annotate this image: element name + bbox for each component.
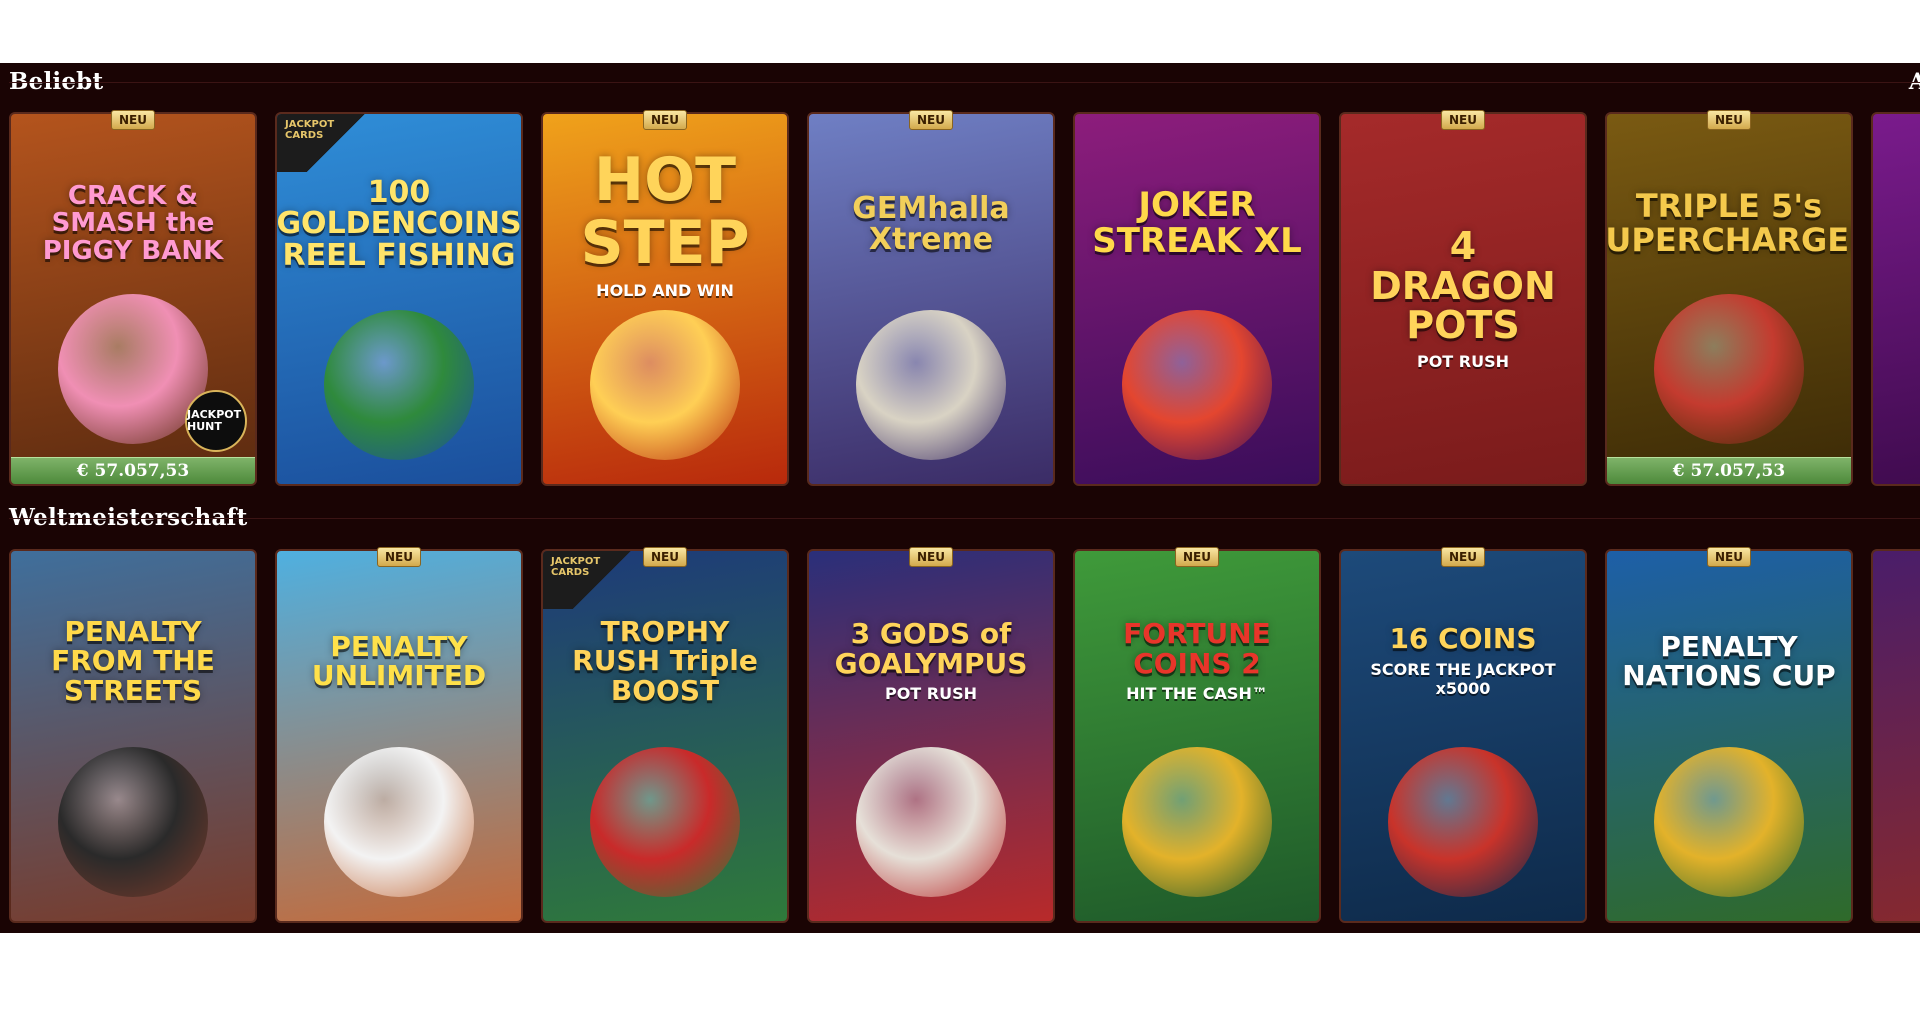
game-row-beliebt: CRACK & SMASH the PIGGY BANK JACKPOT HUNT…	[9, 110, 1920, 488]
game-character-art	[1654, 747, 1804, 897]
game-artwork: PENALTY NATIONS CUP	[1607, 551, 1851, 921]
game-logo-text: PENALTY UNLIMITED	[311, 629, 487, 692]
game-logo-text: PENALTY FROM THE STREETS	[51, 614, 215, 707]
game-tile[interactable]: CRACK & SMASH the PIGGY BANK JACKPOT HUNT…	[9, 112, 257, 486]
game-tile[interactable]: FORTUNE COINS 2 HIT THE CASH™	[1073, 549, 1321, 923]
game-tile[interactable]: TROPHY RUSH Triple BOOST JACKPOT CARDS	[541, 549, 789, 923]
game-logo-text: HOT STEP	[580, 144, 750, 278]
game-artwork: 16 COINS SCORE THE JACKPOT x5000	[1341, 551, 1585, 921]
game-character-art	[590, 310, 740, 460]
game-character-art	[590, 747, 740, 897]
game-tile[interactable]: 100 GOLDENCOINS REEL FISHING JACKPOT CARD…	[275, 112, 523, 486]
game-artwork: 3 GODS of GOALYMPUS POT RUSH	[809, 551, 1053, 921]
new-badge: NEU	[1707, 547, 1751, 567]
game-logo-text: 100 GOLDENCOINS REEL FISHING	[276, 174, 522, 273]
new-badge: NEU	[1441, 547, 1485, 567]
game-tile[interactable]: PENALTY NATIONS CUP	[1605, 549, 1853, 923]
game-artwork: HOT STEP HOLD AND WIN	[543, 114, 787, 484]
game-tile[interactable]: JOKER STREAK XL	[1073, 112, 1321, 486]
game-tile[interactable]: 3 GODS of GOALYMPUS POT RUSH	[807, 549, 1055, 923]
game-tile[interactable]: GEMhalla Xtreme	[807, 112, 1055, 486]
game-tile[interactable]: TRIPLE 5's SUPERCHARGED € 57.057,53	[1605, 112, 1853, 486]
game-artwork: GEMhalla Xtreme	[809, 114, 1053, 484]
game-tile[interactable]: HOT STEP HOLD AND WIN	[541, 112, 789, 486]
game-character-art	[1654, 294, 1804, 444]
new-badge: NEU	[643, 110, 687, 130]
game-logo-text: FORTUNE COINS 2	[1123, 617, 1271, 680]
jackpot-cards-tag: JACKPOT CARDS	[277, 114, 365, 172]
game-character-art	[1388, 747, 1538, 897]
game-logo-text: JOKER STREAK XL	[1092, 185, 1302, 261]
game-logo-text: TROPHY RUSH Triple BOOST	[572, 614, 758, 707]
game-character-art	[324, 747, 474, 897]
game-logo-text: 16 COINS	[1389, 622, 1537, 656]
jackpot-cards-tag: JACKPOT CARDS	[543, 551, 631, 609]
game-logo-text: 3 GODS of GOALYMPUS	[834, 617, 1028, 680]
game-logo-text: CRACK & SMASH the PIGGY BANK	[42, 181, 224, 266]
game-row-weltmeisterschaft: PENALTY FROM THE STREETS PENALTY UNLIMITE…	[9, 547, 1920, 925]
new-badge: NEU	[1707, 110, 1751, 130]
game-artwork: JOKER STREAK XL	[1075, 114, 1319, 484]
game-logo-text: PENALTY NATIONS CUP	[1622, 629, 1836, 692]
section-divider	[9, 518, 1920, 519]
new-badge: NEU	[1441, 110, 1485, 130]
section-divider	[9, 82, 1920, 83]
game-artwork: PENALTY UNLIMITED	[277, 551, 521, 921]
game-character-art	[1122, 747, 1272, 897]
game-artwork: FORTUNE COINS 2 HIT THE CASH™	[1075, 551, 1319, 921]
game-artwork	[1873, 114, 1920, 484]
game-artwork: 4 DRAGON POTS POT RUSH	[1341, 114, 1585, 484]
game-tile[interactable]: 16 COINS SCORE THE JACKPOT x5000	[1339, 549, 1587, 923]
game-artwork: PENALTY FROM THE STREETS	[11, 551, 255, 921]
game-subtitle: POT RUSH	[884, 683, 978, 703]
game-lobby: Beliebt A CRACK & SMASH the PIGGY BANK JA…	[0, 63, 1920, 933]
game-artwork: TRIPLE 5's SUPERCHARGED	[1607, 114, 1851, 484]
game-logo-text: 4 DRAGON POTS	[1370, 223, 1556, 348]
game-artwork: S	[1873, 551, 1920, 921]
jackpot-amount: € 57.057,53	[1607, 457, 1851, 484]
game-subtitle: HIT THE CASH™	[1126, 683, 1268, 703]
game-tile[interactable]: 4 DRAGON POTS POT RUSH	[1339, 112, 1587, 486]
game-subtitle: POT RUSH	[1416, 352, 1510, 372]
game-logo-text: TRIPLE 5's SUPERCHARGED	[1605, 187, 1851, 259]
game-character-art	[324, 310, 474, 460]
game-tile[interactable]	[1871, 112, 1920, 486]
game-tile[interactable]: S	[1871, 549, 1920, 923]
new-badge: NEU	[1175, 547, 1219, 567]
game-subtitle: SCORE THE JACKPOT x5000	[1370, 659, 1556, 698]
game-tile[interactable]: PENALTY UNLIMITED	[275, 549, 523, 923]
new-badge: NEU	[909, 110, 953, 130]
new-badge: NEU	[643, 547, 687, 567]
game-logo-text: GEMhalla Xtreme	[852, 190, 1010, 257]
jackpot-amount: € 57.057,53	[11, 457, 255, 484]
game-character-art	[856, 747, 1006, 897]
game-subtitle: HOLD AND WIN	[596, 280, 734, 300]
new-badge: NEU	[909, 547, 953, 567]
new-badge: NEU	[111, 110, 155, 130]
game-tile[interactable]: PENALTY FROM THE STREETS	[9, 549, 257, 923]
new-badge: NEU	[377, 547, 421, 567]
game-character-art	[856, 310, 1006, 460]
jackpot-hunt-badge: JACKPOT HUNT	[185, 390, 247, 452]
game-character-art	[1122, 310, 1272, 460]
game-character-art	[58, 747, 208, 897]
